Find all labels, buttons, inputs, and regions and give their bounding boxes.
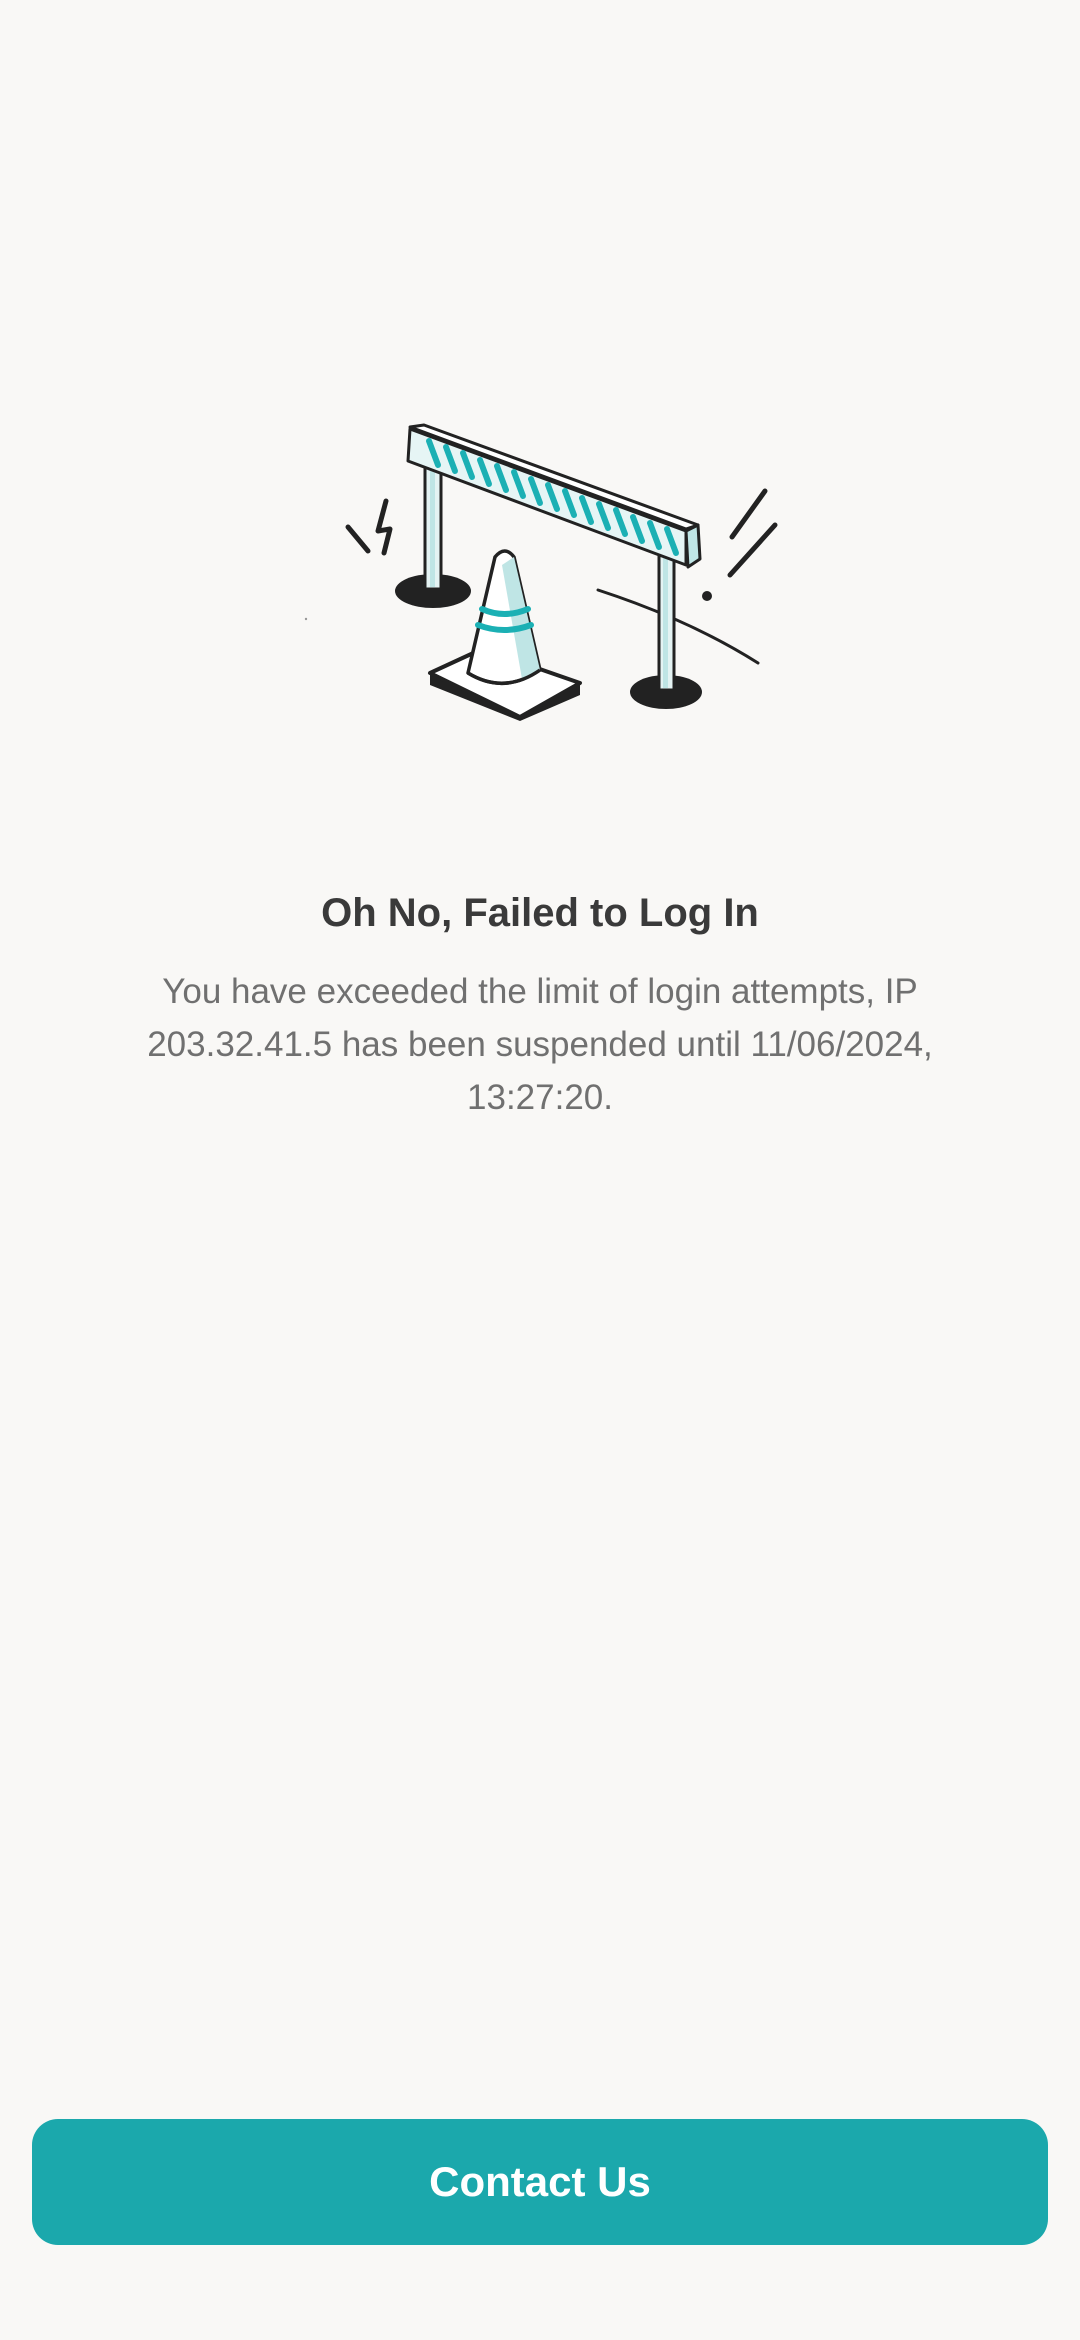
roadblock-illustration [290,405,790,745]
error-title: Oh No, Failed to Log In [321,891,759,935]
ground-line [596,588,760,665]
zap-mark-left [345,524,371,554]
zap-mark-right [729,488,768,540]
zap-mark-left [375,498,393,556]
contact-us-button[interactable]: Contact Us [32,2119,1048,2245]
error-message: You have exceeded the limit of login att… [147,972,933,1117]
